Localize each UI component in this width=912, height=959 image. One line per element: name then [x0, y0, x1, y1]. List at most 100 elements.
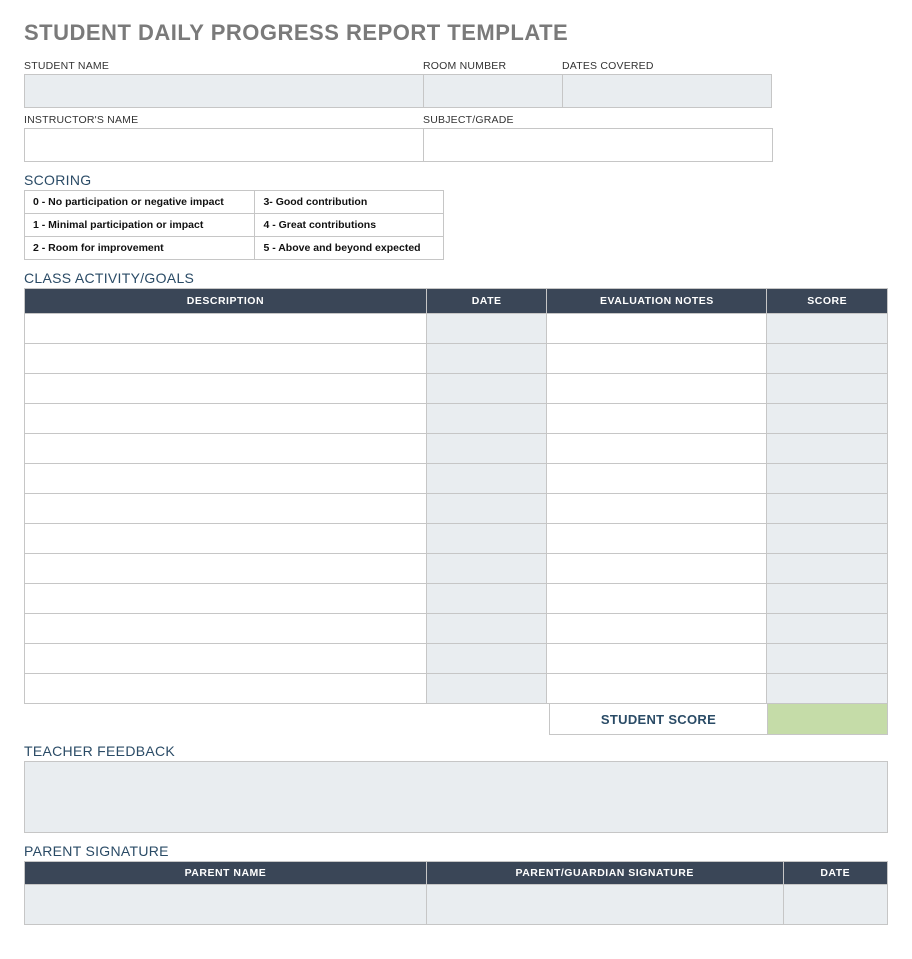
goals-description-cell[interactable]	[25, 374, 427, 404]
goals-evaluation-cell[interactable]	[547, 464, 767, 494]
subject-grade-label: SUBJECT/GRADE	[423, 114, 773, 126]
goals-header-evaluation: EVALUATION NOTES	[547, 289, 767, 314]
goals-description-cell[interactable]	[25, 614, 427, 644]
goals-description-cell[interactable]	[25, 464, 427, 494]
goals-date-cell[interactable]	[426, 314, 547, 344]
goals-date-cell[interactable]	[426, 434, 547, 464]
goals-header-description: DESCRIPTION	[25, 289, 427, 314]
goals-row	[25, 374, 888, 404]
scoring-cell: 4 - Great contributions	[255, 214, 444, 237]
goals-date-cell[interactable]	[426, 404, 547, 434]
scoring-cell: 1 - Minimal participation or impact	[25, 214, 255, 237]
goals-score-cell[interactable]	[767, 524, 888, 554]
goals-score-cell[interactable]	[767, 674, 888, 704]
goals-evaluation-cell[interactable]	[547, 614, 767, 644]
student-score-value[interactable]	[768, 703, 888, 735]
goals-date-cell[interactable]	[426, 344, 547, 374]
student-score-label: STUDENT SCORE	[549, 703, 768, 735]
goals-row	[25, 494, 888, 524]
parent-date-cell[interactable]	[783, 885, 888, 925]
goals-evaluation-cell[interactable]	[547, 344, 767, 374]
info-row-1: STUDENT NAME ROOM NUMBER DATES COVERED	[24, 60, 888, 108]
teacher-feedback-input[interactable]	[24, 761, 888, 833]
room-number-input[interactable]	[423, 74, 563, 108]
goals-evaluation-cell[interactable]	[547, 494, 767, 524]
goals-evaluation-cell[interactable]	[547, 314, 767, 344]
parent-signature-cell[interactable]	[426, 885, 783, 925]
goals-score-cell[interactable]	[767, 644, 888, 674]
goals-score-cell[interactable]	[767, 614, 888, 644]
goals-date-cell[interactable]	[426, 464, 547, 494]
goals-date-cell[interactable]	[426, 494, 547, 524]
goals-date-cell[interactable]	[426, 524, 547, 554]
dates-covered-label: DATES COVERED	[562, 60, 772, 72]
goals-description-cell[interactable]	[25, 314, 427, 344]
scoring-heading: SCORING	[24, 172, 888, 188]
parent-name-cell[interactable]	[25, 885, 427, 925]
parent-header-name: PARENT NAME	[25, 862, 427, 885]
goals-row	[25, 614, 888, 644]
goals-score-cell[interactable]	[767, 494, 888, 524]
goals-score-cell[interactable]	[767, 434, 888, 464]
goals-row	[25, 464, 888, 494]
goals-header-score: SCORE	[767, 289, 888, 314]
parent-signature-heading: PARENT SIGNATURE	[24, 843, 888, 859]
goals-evaluation-cell[interactable]	[547, 524, 767, 554]
parent-header-date: DATE	[783, 862, 888, 885]
goals-evaluation-cell[interactable]	[547, 554, 767, 584]
goals-row	[25, 644, 888, 674]
goals-row	[25, 674, 888, 704]
goals-description-cell[interactable]	[25, 344, 427, 374]
goals-date-cell[interactable]	[426, 554, 547, 584]
student-name-input[interactable]	[24, 74, 424, 108]
goals-row	[25, 584, 888, 614]
goals-row	[25, 524, 888, 554]
goals-table: DESCRIPTION DATE EVALUATION NOTES SCORE	[24, 288, 888, 704]
goals-row	[25, 434, 888, 464]
goals-date-cell[interactable]	[426, 374, 547, 404]
student-name-label: STUDENT NAME	[24, 60, 424, 72]
goals-evaluation-cell[interactable]	[547, 374, 767, 404]
goals-description-cell[interactable]	[25, 584, 427, 614]
goals-score-cell[interactable]	[767, 404, 888, 434]
subject-grade-input[interactable]	[423, 128, 773, 162]
goals-row	[25, 344, 888, 374]
scoring-cell: 5 - Above and beyond expected	[255, 237, 444, 260]
goals-score-cell[interactable]	[767, 584, 888, 614]
scoring-cell: 0 - No participation or negative impact	[25, 191, 255, 214]
goals-row	[25, 554, 888, 584]
instructor-name-label: INSTRUCTOR'S NAME	[24, 114, 424, 126]
goals-header-date: DATE	[426, 289, 547, 314]
goals-evaluation-cell[interactable]	[547, 674, 767, 704]
goals-date-cell[interactable]	[426, 614, 547, 644]
goals-score-cell[interactable]	[767, 554, 888, 584]
goals-row	[25, 314, 888, 344]
goals-evaluation-cell[interactable]	[547, 404, 767, 434]
goals-description-cell[interactable]	[25, 524, 427, 554]
goals-date-cell[interactable]	[426, 584, 547, 614]
goals-score-cell[interactable]	[767, 464, 888, 494]
goals-score-cell[interactable]	[767, 344, 888, 374]
goals-date-cell[interactable]	[426, 644, 547, 674]
goals-row	[25, 404, 888, 434]
goals-description-cell[interactable]	[25, 674, 427, 704]
goals-description-cell[interactable]	[25, 554, 427, 584]
goals-description-cell[interactable]	[25, 434, 427, 464]
goals-description-cell[interactable]	[25, 644, 427, 674]
page-title: STUDENT DAILY PROGRESS REPORT TEMPLATE	[24, 20, 888, 46]
scoring-cell: 2 - Room for improvement	[25, 237, 255, 260]
parent-header-signature: PARENT/GUARDIAN SIGNATURE	[426, 862, 783, 885]
goals-description-cell[interactable]	[25, 494, 427, 524]
student-score-row: STUDENT SCORE	[24, 703, 888, 735]
goals-evaluation-cell[interactable]	[547, 584, 767, 614]
room-number-label: ROOM NUMBER	[423, 60, 563, 72]
goals-score-cell[interactable]	[767, 374, 888, 404]
dates-covered-input[interactable]	[562, 74, 772, 108]
instructor-name-input[interactable]	[24, 128, 424, 162]
goals-description-cell[interactable]	[25, 404, 427, 434]
goals-evaluation-cell[interactable]	[547, 644, 767, 674]
goals-evaluation-cell[interactable]	[547, 434, 767, 464]
scoring-legend-table: 0 - No participation or negative impact …	[24, 190, 444, 260]
goals-date-cell[interactable]	[426, 674, 547, 704]
goals-score-cell[interactable]	[767, 314, 888, 344]
